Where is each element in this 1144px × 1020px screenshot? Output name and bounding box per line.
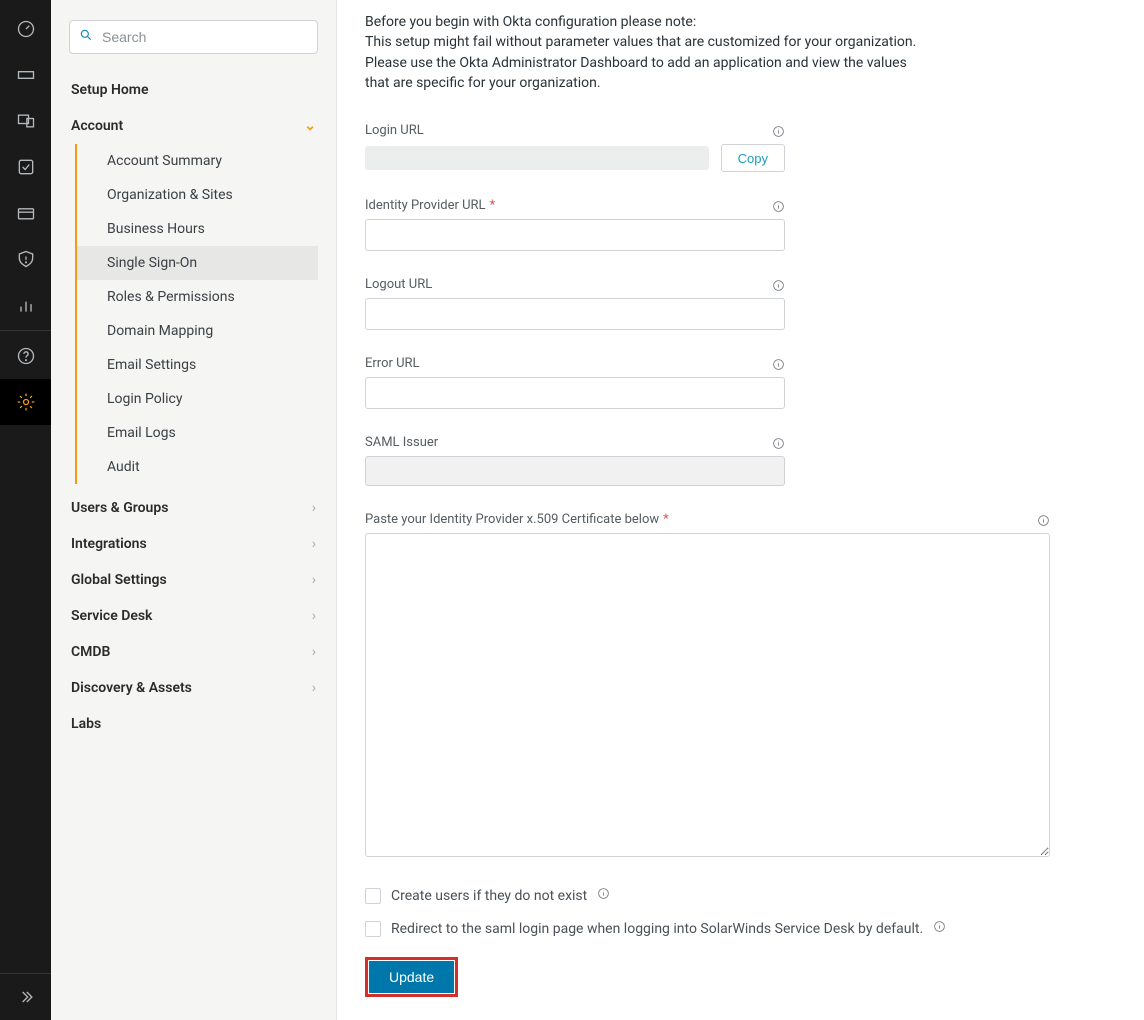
sidebar-integrations-label: Integrations [71, 536, 147, 552]
search-icon [79, 28, 93, 46]
create-users-checkbox[interactable] [365, 888, 381, 904]
info-icon[interactable] [772, 125, 785, 142]
chevron-right-icon: › [312, 680, 316, 696]
info-icon[interactable] [772, 279, 785, 296]
rail-help-icon[interactable] [0, 333, 51, 379]
intro-text: Before you begin with Okta configuration… [365, 12, 925, 93]
rail-analytics-icon[interactable] [0, 282, 51, 328]
rail-settings-icon[interactable] [0, 379, 51, 425]
sidebar-item-domain-mapping[interactable]: Domain Mapping [77, 314, 318, 348]
sidebar-item-account-summary[interactable]: Account Summary [77, 144, 318, 178]
info-icon[interactable] [772, 358, 785, 375]
logout-url-label: Logout URL [365, 277, 432, 292]
rail-card-icon[interactable] [0, 190, 51, 236]
sidebar-users-groups-label: Users & Groups [71, 500, 168, 516]
rail-check-icon[interactable] [0, 144, 51, 190]
saml-issuer-input [365, 456, 785, 486]
field-idp-url: Identity Provider URL* [365, 198, 1104, 251]
sidebar-item-business-hours[interactable]: Business Hours [77, 212, 318, 246]
sidebar-item-roles-permissions[interactable]: Roles & Permissions [77, 280, 318, 314]
info-icon[interactable] [1037, 514, 1050, 531]
sidebar-users-groups[interactable]: Users & Groups › [69, 490, 318, 526]
copy-button[interactable]: Copy [721, 144, 785, 172]
sidebar-labs-label: Labs [71, 716, 101, 732]
info-icon[interactable] [597, 887, 610, 904]
redirect-checkbox[interactable] [365, 921, 381, 937]
info-icon[interactable] [772, 437, 785, 454]
rail-ticket-icon[interactable] [0, 52, 51, 98]
sidebar-item-email-settings[interactable]: Email Settings [77, 348, 318, 382]
sidebar-item-single-sign-on[interactable]: Single Sign-On [77, 246, 318, 280]
main-content: Before you begin with Okta configuration… [337, 0, 1144, 1020]
sidebar-service-desk[interactable]: Service Desk › [69, 598, 318, 634]
chevron-right-icon: › [312, 536, 316, 552]
error-url-input[interactable] [365, 377, 785, 409]
chevron-down-icon: ⌄ [304, 118, 316, 134]
field-certificate: Paste your Identity Provider x.509 Certi… [365, 512, 1104, 861]
info-icon[interactable] [933, 920, 946, 937]
sidebar-account[interactable]: Account ⌄ [69, 108, 318, 144]
sidebar-item-login-policy[interactable]: Login Policy [77, 382, 318, 416]
sidebar-item-audit[interactable]: Audit [77, 450, 318, 484]
chevron-right-icon: › [312, 500, 316, 516]
rail-dashboard-icon[interactable] [0, 6, 51, 52]
logout-url-input[interactable] [365, 298, 785, 330]
create-users-label: Create users if they do not exist [391, 888, 587, 904]
sidebar-item-organization-sites[interactable]: Organization & Sites [77, 178, 318, 212]
idp-url-input[interactable] [365, 219, 785, 251]
search-input[interactable] [69, 20, 318, 54]
field-error-url: Error URL [365, 356, 1104, 409]
sidebar-account-sublist: Account Summary Organization & Sites Bus… [75, 144, 318, 484]
login-url-label: Login URL [365, 123, 424, 138]
redirect-label: Redirect to the saml login page when log… [391, 921, 923, 937]
sidebar-account-label: Account [71, 118, 123, 134]
sidebar-labs[interactable]: Labs [69, 706, 318, 742]
sidebar-global-settings[interactable]: Global Settings › [69, 562, 318, 598]
rail-devices-icon[interactable] [0, 98, 51, 144]
search-wrap [69, 20, 318, 54]
error-url-label: Error URL [365, 356, 420, 371]
sidebar-discovery-assets-label: Discovery & Assets [71, 680, 192, 696]
saml-issuer-label: SAML Issuer [365, 435, 438, 450]
chevron-right-icon: › [312, 572, 316, 588]
field-logout-url: Logout URL [365, 277, 1104, 330]
sidebar-integrations[interactable]: Integrations › [69, 526, 318, 562]
sidebar-setup-home[interactable]: Setup Home [69, 72, 318, 108]
rail-expand-icon[interactable] [0, 974, 51, 1020]
certificate-textarea[interactable] [365, 533, 1050, 857]
info-icon[interactable] [772, 200, 785, 217]
chevron-right-icon: › [312, 644, 316, 660]
field-login-url: Login URL Copy [365, 123, 1104, 172]
sidebar-discovery-assets[interactable]: Discovery & Assets › [69, 670, 318, 706]
icon-rail [0, 0, 51, 1020]
field-saml-issuer: SAML Issuer [365, 435, 1104, 486]
sidebar-item-email-logs[interactable]: Email Logs [77, 416, 318, 450]
sidebar-setup-home-label: Setup Home [71, 82, 148, 98]
update-highlight: Update [365, 957, 458, 997]
sidebar-service-desk-label: Service Desk [71, 608, 152, 624]
create-users-row: Create users if they do not exist [365, 887, 1104, 904]
idp-url-label: Identity Provider URL* [365, 198, 495, 213]
sidebar-cmdb-label: CMDB [71, 644, 110, 660]
certificate-label: Paste your Identity Provider x.509 Certi… [365, 512, 669, 527]
sidebar: Setup Home Account ⌄ Account Summary Org… [51, 0, 337, 1020]
sidebar-global-settings-label: Global Settings [71, 572, 167, 588]
sidebar-cmdb[interactable]: CMDB › [69, 634, 318, 670]
rail-shield-icon[interactable] [0, 236, 51, 282]
redirect-row: Redirect to the saml login page when log… [365, 920, 1104, 937]
chevron-right-icon: › [312, 608, 316, 624]
login-url-input [365, 146, 709, 170]
update-button[interactable]: Update [369, 961, 454, 993]
rail-divider [0, 330, 51, 331]
